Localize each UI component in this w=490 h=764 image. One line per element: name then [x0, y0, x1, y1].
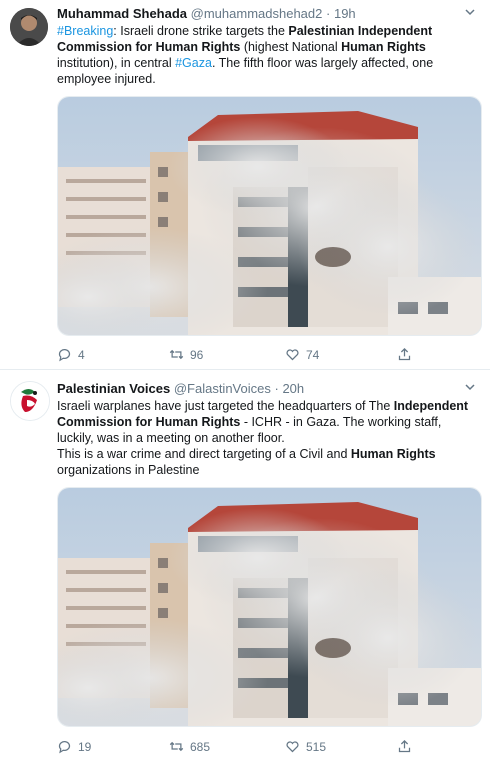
retweet-count: 96 [190, 347, 204, 362]
building-smoke-image [58, 488, 481, 726]
hashtag-link[interactable]: #Breaking [57, 24, 113, 38]
author-handle[interactable]: @FalastinVoices [174, 381, 271, 396]
user-photo-icon [10, 8, 48, 46]
retweet-icon [169, 349, 184, 360]
share-button[interactable] [397, 347, 412, 362]
reply-button[interactable]: 19 [57, 739, 91, 754]
chevron-down-icon[interactable] [464, 6, 476, 21]
dove-logo-icon [11, 382, 49, 420]
retweet-button[interactable]: 685 [169, 739, 210, 754]
like-button[interactable]: 515 [285, 739, 326, 754]
author-name[interactable]: Palestinian Voices [57, 381, 170, 396]
tweet-1[interactable]: Muhammad Shehada @muhammadshehad2 · 19h … [0, 0, 490, 370]
author-handle[interactable]: @muhammadshehad2 [191, 6, 323, 21]
like-button[interactable]: 74 [285, 347, 319, 362]
reply-icon [58, 741, 71, 754]
retweet-icon [169, 741, 184, 752]
avatar[interactable] [10, 8, 48, 46]
tweet-image[interactable] [57, 487, 482, 727]
share-icon [398, 739, 411, 753]
tweet-image[interactable] [57, 96, 482, 336]
timestamp[interactable]: 19h [334, 6, 356, 21]
reply-count: 4 [78, 347, 85, 362]
retweet-button[interactable]: 96 [169, 347, 203, 362]
avatar[interactable] [10, 381, 50, 421]
hashtag-link[interactable]: #Gaza [175, 56, 212, 70]
like-count: 74 [306, 347, 320, 362]
reply-button[interactable]: 4 [57, 347, 85, 362]
author-name[interactable]: Muhammad Shehada [57, 6, 187, 21]
timestamp[interactable]: 20h [282, 381, 304, 396]
heart-icon [286, 741, 299, 753]
like-count: 515 [306, 739, 327, 754]
building-smoke-image [58, 97, 481, 335]
separator-dot: · [274, 381, 279, 396]
separator-dot: · [326, 6, 331, 21]
reply-count: 19 [78, 739, 92, 754]
retweet-count: 685 [190, 739, 211, 754]
share-icon [398, 347, 411, 361]
reply-icon [58, 349, 71, 362]
tweet-header: Muhammad Shehada @muhammadshehad2 · 19h [57, 6, 356, 21]
heart-icon [286, 349, 299, 361]
share-button[interactable] [397, 739, 412, 754]
tweet-header: Palestinian Voices @FalastinVoices · 20h [57, 381, 304, 396]
tweet-text: Israeli warplanes have just targeted the… [57, 399, 469, 477]
tweet-actions: 4 96 74 [57, 347, 477, 367]
tweet-text: #Breaking: Israeli drone strike targets … [57, 24, 434, 86]
tweet-actions: 19 685 515 [57, 739, 477, 759]
chevron-down-icon[interactable] [464, 381, 476, 396]
